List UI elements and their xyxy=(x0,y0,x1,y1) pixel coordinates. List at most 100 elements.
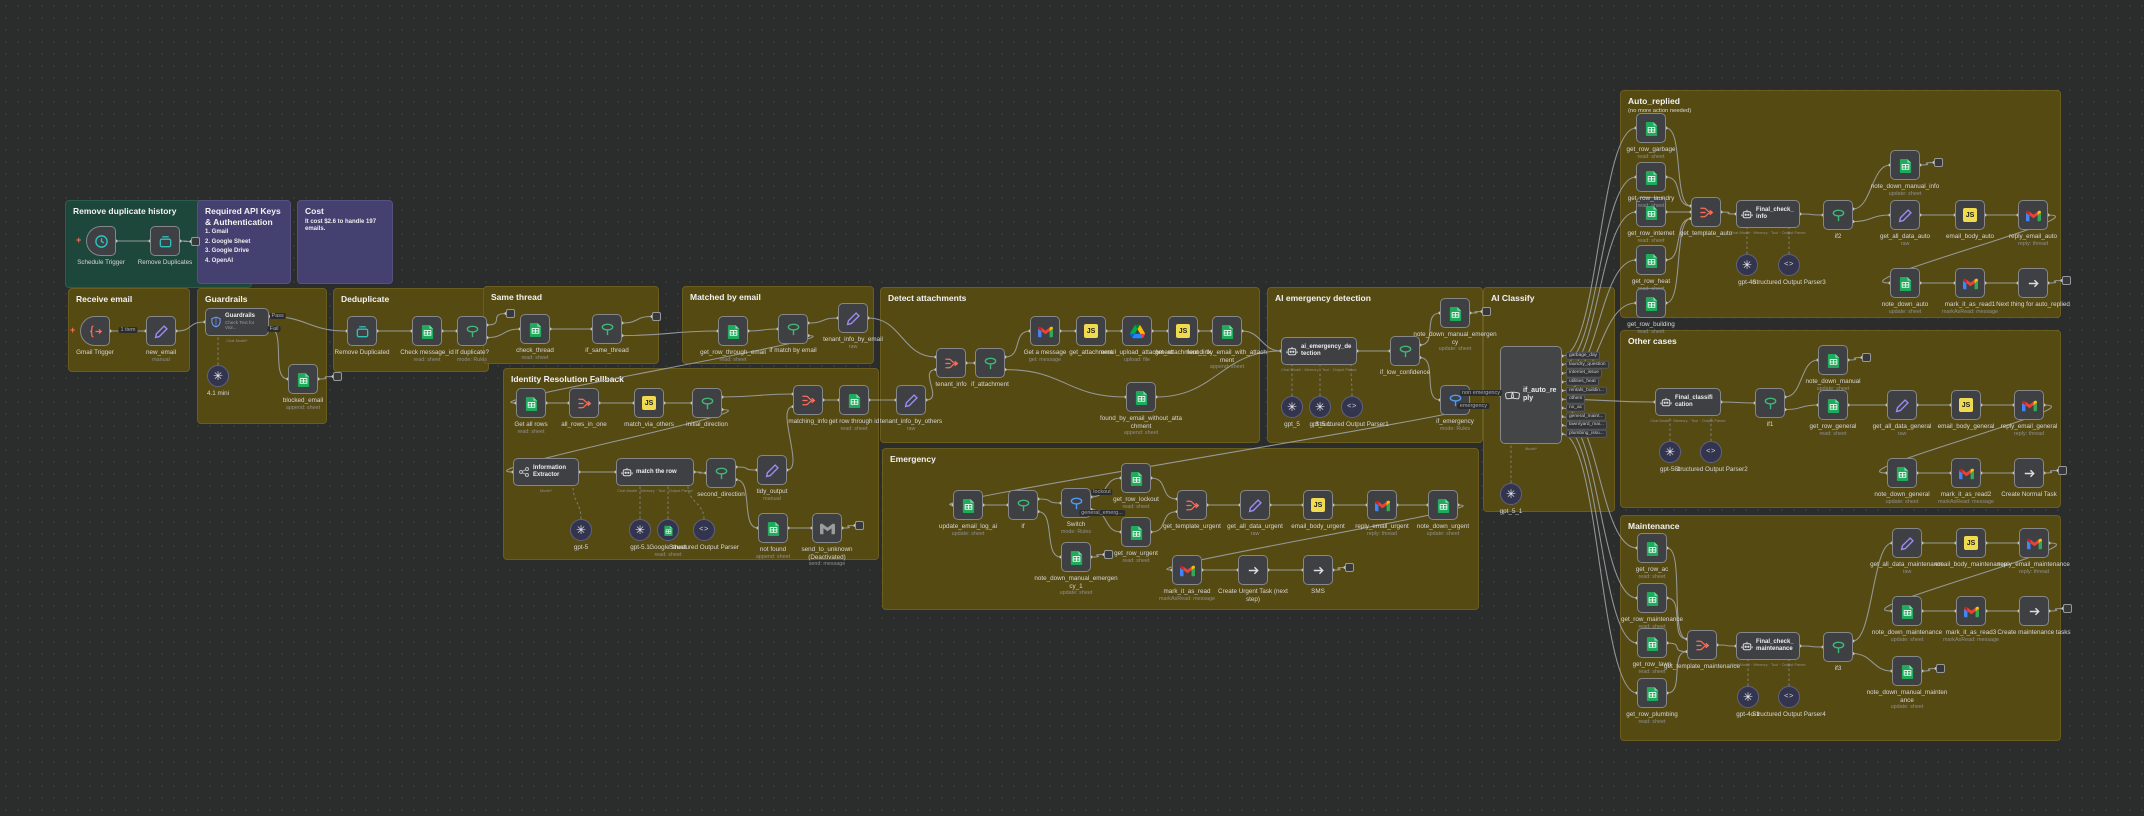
match_the_row[interactable]: match the row xyxy=(616,458,694,486)
note_down_manual_emergency[interactable] xyxy=(1440,298,1470,328)
if_small[interactable] xyxy=(1008,490,1038,520)
endcap_a[interactable] xyxy=(191,237,200,246)
endcap_n[interactable] xyxy=(1936,664,1945,673)
sop_circle[interactable]: <> xyxy=(693,519,715,541)
get_all_data_maintenance[interactable] xyxy=(1892,528,1922,558)
get_all_data_urgent[interactable] xyxy=(1240,490,1270,520)
remove_duplicated[interactable] xyxy=(347,316,377,346)
endcap_d[interactable] xyxy=(506,309,515,318)
get_row_maintenance[interactable] xyxy=(1637,583,1667,613)
get_row_building[interactable] xyxy=(1636,288,1666,318)
check_thread[interactable] xyxy=(520,314,550,344)
matching_info[interactable] xyxy=(793,385,823,415)
update_email_log_ai[interactable] xyxy=(953,490,983,520)
if_emergency[interactable] xyxy=(1440,385,1470,415)
guardrails[interactable]: Guardrails Check Text for Viol... xyxy=(205,308,269,336)
endcap_g[interactable] xyxy=(1104,550,1113,559)
mark_it_as_read3[interactable] xyxy=(1956,596,1986,626)
gpt4o1_circle[interactable]: ✳ xyxy=(1737,686,1759,708)
sop4_circle[interactable]: <> xyxy=(1778,686,1800,708)
create_normal_task[interactable] xyxy=(2014,458,2044,488)
get_template_auto[interactable] xyxy=(1691,197,1721,227)
ai_emergency_detection[interactable]: ai_emergency_detection xyxy=(1281,337,1357,365)
if_auto_reply[interactable]: if_auto_reply xyxy=(1500,346,1562,444)
note_down_manual_emergency_1[interactable] xyxy=(1061,542,1091,572)
endcap_h[interactable] xyxy=(1345,563,1354,572)
endcap_i[interactable] xyxy=(1934,158,1943,167)
gmail_trigger[interactable] xyxy=(80,316,110,346)
if_match_by_email[interactable] xyxy=(778,314,808,344)
get_row_garbage[interactable] xyxy=(1636,113,1666,143)
gpt4o_circle[interactable]: ✳ xyxy=(1736,254,1758,276)
get_all_data_auto[interactable] xyxy=(1890,200,1920,230)
note_down_manual[interactable] xyxy=(1818,345,1848,375)
execute-trigger-icon[interactable]: + xyxy=(70,325,75,335)
if_attachment[interactable] xyxy=(975,348,1005,378)
get_template_maintenance[interactable] xyxy=(1687,630,1717,660)
endcap_e[interactable] xyxy=(652,312,661,321)
get_row_ac[interactable] xyxy=(1637,533,1667,563)
note_down_auto[interactable] xyxy=(1890,268,1920,298)
get_attachment[interactable]: JS xyxy=(1076,316,1106,346)
tenant_info_by_email[interactable] xyxy=(838,303,868,333)
get_row_through_email[interactable] xyxy=(718,316,748,346)
email_upload_attachment[interactable] xyxy=(1122,316,1152,346)
note_down_manual_maintenance[interactable] xyxy=(1892,656,1922,686)
if_low_confidence[interactable] xyxy=(1390,336,1420,366)
mark_it_as_read1[interactable] xyxy=(1955,268,1985,298)
note_down_maintenance[interactable] xyxy=(1892,596,1922,626)
tenant_info_by_others[interactable] xyxy=(896,385,926,415)
final_classification[interactable]: Final_classification xyxy=(1655,388,1721,416)
endcap_m[interactable] xyxy=(2063,604,2072,613)
switch_node[interactable] xyxy=(1061,488,1091,518)
remove_duplicates_hist[interactable] xyxy=(150,226,180,256)
gpt51_circle[interactable]: ✳ xyxy=(629,519,651,541)
if_duplicate[interactable] xyxy=(457,316,487,346)
gpt5_circle[interactable]: ✳ xyxy=(570,519,592,541)
note_down_manual_info[interactable] xyxy=(1890,150,1920,180)
get_row_laundry[interactable] xyxy=(1636,162,1666,192)
get_all_rows[interactable] xyxy=(516,388,546,418)
reply_email_auto[interactable] xyxy=(2018,200,2048,230)
get_a_message[interactable] xyxy=(1030,316,1060,346)
sop3_circle[interactable]: <> xyxy=(1778,254,1800,276)
gsheet_circle[interactable] xyxy=(657,519,679,541)
final_check_maintenance[interactable]: Final_check_maintenance xyxy=(1736,632,1800,660)
get_row_lawn[interactable] xyxy=(1637,628,1667,658)
email_body_urgent[interactable]: JS xyxy=(1303,490,1333,520)
gpt51_d[interactable]: ✳ xyxy=(1659,441,1681,463)
reply_email_maintenance[interactable] xyxy=(2019,528,2049,558)
endcap_f[interactable] xyxy=(1482,307,1491,316)
email_body_general[interactable]: JS xyxy=(1951,390,1981,420)
endcap_l[interactable] xyxy=(2058,466,2067,475)
workflow-canvas[interactable]: Remove duplicate history Required API Key… xyxy=(0,0,2144,816)
get_row_general[interactable] xyxy=(1818,390,1848,420)
schedule_trigger[interactable] xyxy=(86,226,116,256)
get_attachment_link[interactable]: JS xyxy=(1168,316,1198,346)
not_found[interactable] xyxy=(758,513,788,543)
get_row_lockout[interactable] xyxy=(1121,463,1151,493)
get_row_urgent[interactable] xyxy=(1121,517,1151,547)
gpt5_b[interactable]: ✳ xyxy=(1281,396,1303,418)
create_maintenance_tasks[interactable] xyxy=(2019,596,2049,626)
next_thing[interactable] xyxy=(2018,268,2048,298)
found_with[interactable] xyxy=(1212,316,1242,346)
send_to_unknown[interactable] xyxy=(812,513,842,543)
mark_it_as_read[interactable] xyxy=(1172,555,1202,585)
gpt51_c[interactable]: ✳ xyxy=(1500,483,1522,505)
found_without[interactable] xyxy=(1126,382,1156,412)
note_down_urgent[interactable] xyxy=(1428,490,1458,520)
check_message_id[interactable] xyxy=(412,316,442,346)
mark_it_as_read2[interactable] xyxy=(1951,458,1981,488)
second_direction[interactable] xyxy=(706,458,736,488)
create_urgent_task[interactable] xyxy=(1238,555,1268,585)
reply_email_urgent[interactable] xyxy=(1367,490,1397,520)
gpt51_b[interactable]: ✳ xyxy=(1309,396,1331,418)
initial_direction[interactable] xyxy=(692,388,722,418)
blocked_email[interactable] xyxy=(288,364,318,394)
all_rows_in_one[interactable] xyxy=(569,388,599,418)
if1[interactable] xyxy=(1755,388,1785,418)
execute-trigger-icon[interactable]: + xyxy=(76,235,81,245)
get_row_heat[interactable] xyxy=(1636,245,1666,275)
endcap_k[interactable] xyxy=(1862,353,1871,362)
